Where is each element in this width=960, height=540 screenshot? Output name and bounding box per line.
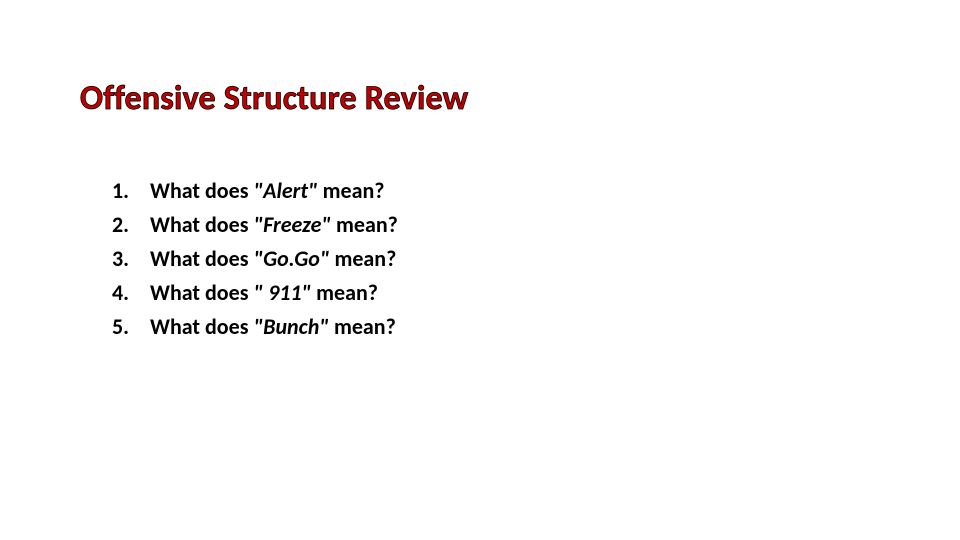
question-list: 1. What does "Alert" mean? 2. What does …	[112, 175, 398, 344]
slide: Offensive Structure Review 1. What does …	[0, 0, 960, 540]
list-term: "Alert"	[253, 175, 317, 207]
list-number: 3.	[112, 243, 150, 275]
list-text-tail: mean?	[329, 243, 396, 275]
list-term: "Go.Go"	[253, 243, 329, 275]
list-item: 1. What does "Alert" mean?	[112, 175, 398, 207]
list-text-tail: mean?	[318, 175, 385, 207]
list-text-lead: What does	[150, 209, 253, 241]
list-number: 5.	[112, 311, 150, 343]
slide-title: Offensive Structure Review	[80, 78, 468, 119]
list-text-lead: What does	[150, 175, 253, 207]
list-item: 4. What does " 911" mean?	[112, 277, 398, 309]
list-text-lead: What does	[150, 311, 253, 343]
list-text-lead: What does	[150, 243, 253, 275]
list-term: " 911"	[253, 277, 311, 309]
list-item: 5. What does "Bunch" mean?	[112, 311, 398, 343]
list-text-tail: mean?	[311, 277, 378, 309]
list-number: 1.	[112, 175, 150, 207]
list-number: 2.	[112, 209, 150, 241]
list-text-tail: mean?	[331, 209, 398, 241]
list-item: 3. What does "Go.Go" mean?	[112, 243, 398, 275]
list-text-lead: What does	[150, 277, 253, 309]
list-item: 2. What does "Freeze" mean?	[112, 209, 398, 241]
list-term: "Freeze"	[253, 209, 331, 241]
list-number: 4.	[112, 277, 150, 309]
list-text-tail: mean?	[329, 311, 396, 343]
list-term: "Bunch"	[253, 311, 329, 343]
